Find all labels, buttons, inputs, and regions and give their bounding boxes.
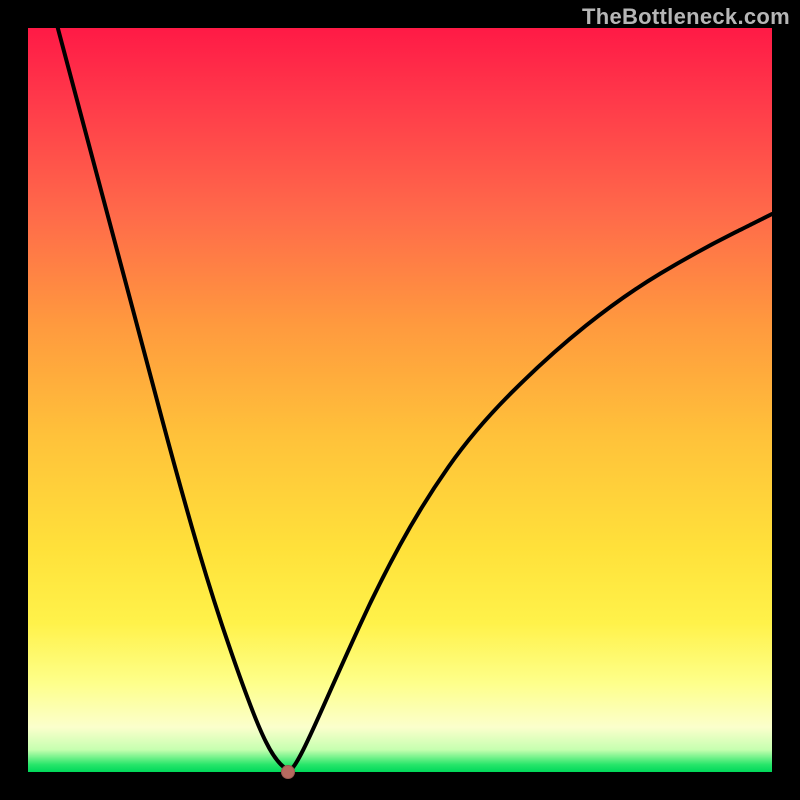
bottleneck-curve-path xyxy=(58,28,772,770)
curve-svg xyxy=(28,28,772,772)
watermark-label: TheBottleneck.com xyxy=(582,4,790,30)
optimal-point-marker xyxy=(281,765,295,779)
plot-area xyxy=(28,28,772,772)
chart-frame: TheBottleneck.com xyxy=(0,0,800,800)
